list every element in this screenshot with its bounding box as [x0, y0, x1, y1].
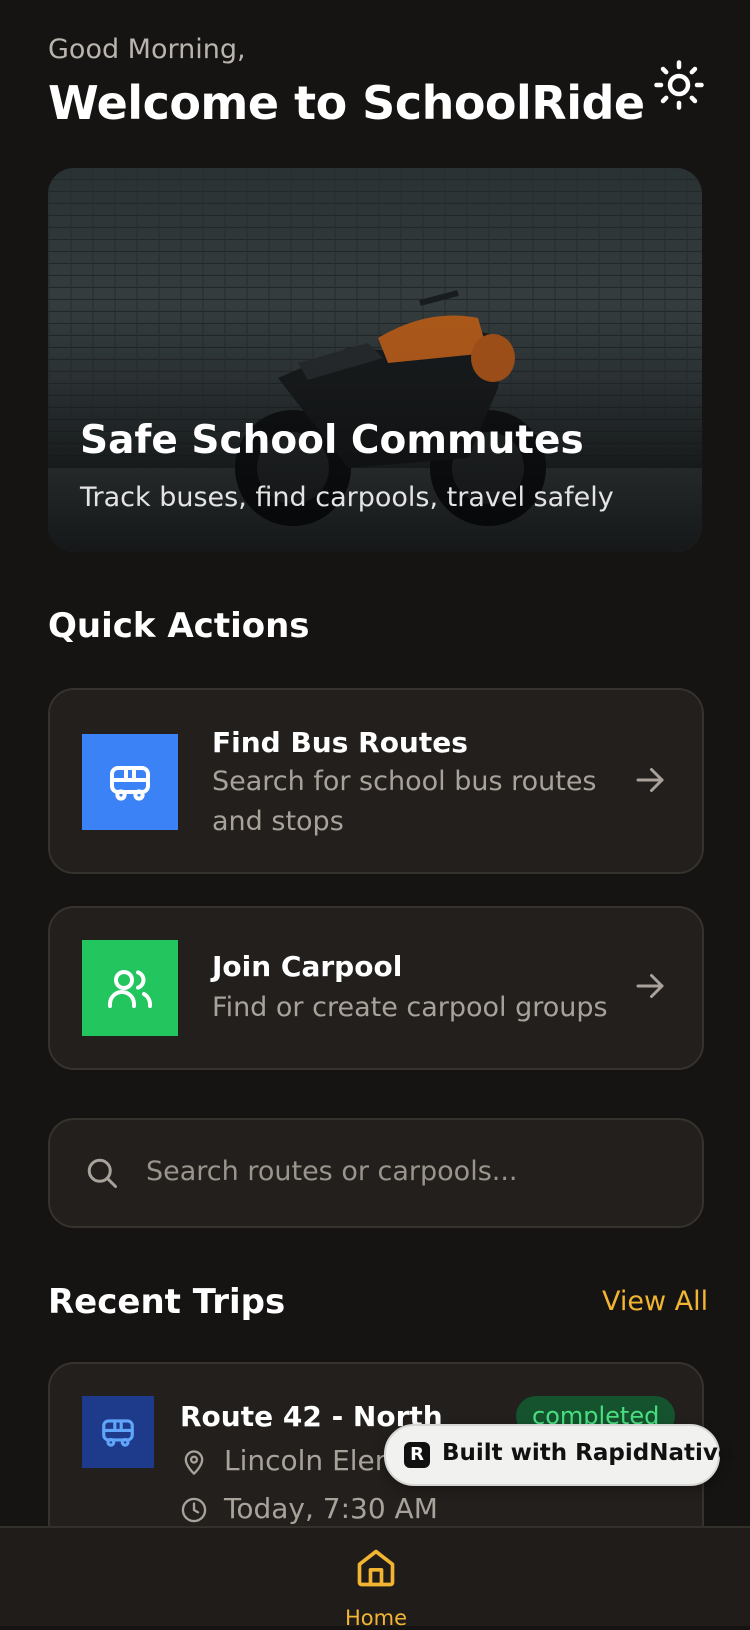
bus-icon: [110, 766, 150, 801]
view-all-link[interactable]: View All: [602, 1286, 708, 1317]
hero-title: Safe School Commutes: [80, 418, 584, 463]
quick-actions-title: Quick Actions: [48, 606, 310, 646]
card-title: Find Bus Routes: [212, 726, 468, 759]
trip-time-text: Today, 7:30 AM: [224, 1492, 438, 1525]
sun-icon: [654, 60, 704, 110]
hero-subtitle: Track buses, find carpools, travel safel…: [80, 482, 614, 513]
bus-icon-tile: [82, 734, 178, 830]
card-title: Join Carpool: [212, 950, 403, 983]
tab-home[interactable]: Home: [336, 1546, 416, 1630]
search-input[interactable]: Search routes or carpools...: [48, 1118, 704, 1228]
find-bus-routes-card[interactable]: Find Bus Routes Search for school bus ro…: [48, 688, 704, 874]
users-icon: [108, 970, 152, 1008]
greeting-text: Good Morning,: [48, 34, 246, 65]
search-icon: [87, 1158, 117, 1188]
trip-location-text: Lincoln Elem: [224, 1444, 403, 1477]
trip-bus-tile: [82, 1396, 154, 1468]
card-subtitle: Find or create carpool groups: [212, 992, 608, 1023]
bus-icon: [102, 1419, 134, 1447]
map-pin-icon: [184, 1450, 204, 1475]
home-icon: [357, 1549, 395, 1587]
bottom-tab-bar: Home: [0, 1526, 750, 1630]
join-carpool-card[interactable]: Join Carpool Find or create carpool grou…: [48, 906, 704, 1070]
users-icon-tile: [82, 940, 178, 1036]
built-with-badge[interactable]: R Built with RapidNative: [384, 1424, 733, 1486]
arrow-right-icon: [636, 974, 664, 998]
hero-banner: Safe School Commutes Track buses, find c…: [48, 168, 702, 552]
card-subtitle: Search for school bus routes and stops: [212, 766, 597, 837]
page-title: Welcome to SchoolRide: [48, 76, 645, 130]
clock-icon: [181, 1497, 207, 1523]
theme-toggle-button[interactable]: [652, 58, 706, 112]
tab-home-label: Home: [344, 1606, 407, 1630]
recent-trips-title: Recent Trips: [48, 1282, 286, 1322]
built-with-text: Built with RapidNative: [442, 1440, 734, 1466]
search-placeholder: Search routes or carpools...: [146, 1156, 518, 1187]
arrow-right-icon: [636, 768, 664, 792]
rapidnative-logo-icon: R: [404, 1442, 430, 1468]
